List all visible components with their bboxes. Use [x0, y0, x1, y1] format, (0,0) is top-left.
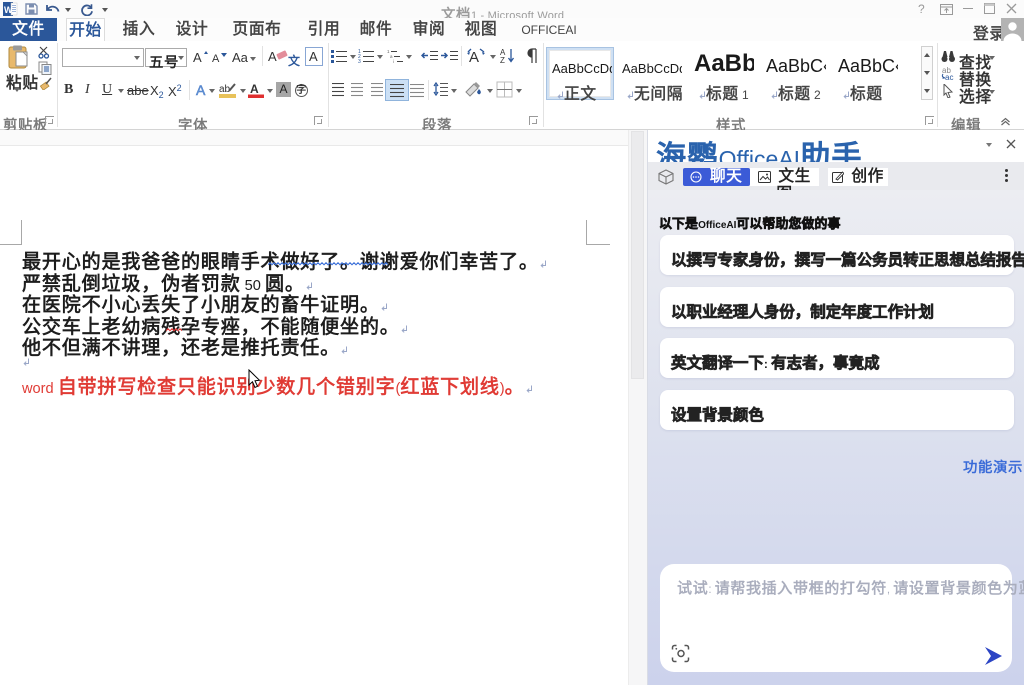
svg-text:A: A	[469, 49, 479, 64]
svg-text:i: i	[393, 59, 394, 63]
svg-text:ac: ac	[945, 73, 953, 81]
svg-text:A: A	[250, 82, 259, 96]
svg-text:3: 3	[358, 59, 361, 63]
svg-text:W: W	[4, 5, 13, 15]
svg-text:Z: Z	[500, 56, 505, 65]
svg-text:ab: ab	[219, 84, 231, 95]
